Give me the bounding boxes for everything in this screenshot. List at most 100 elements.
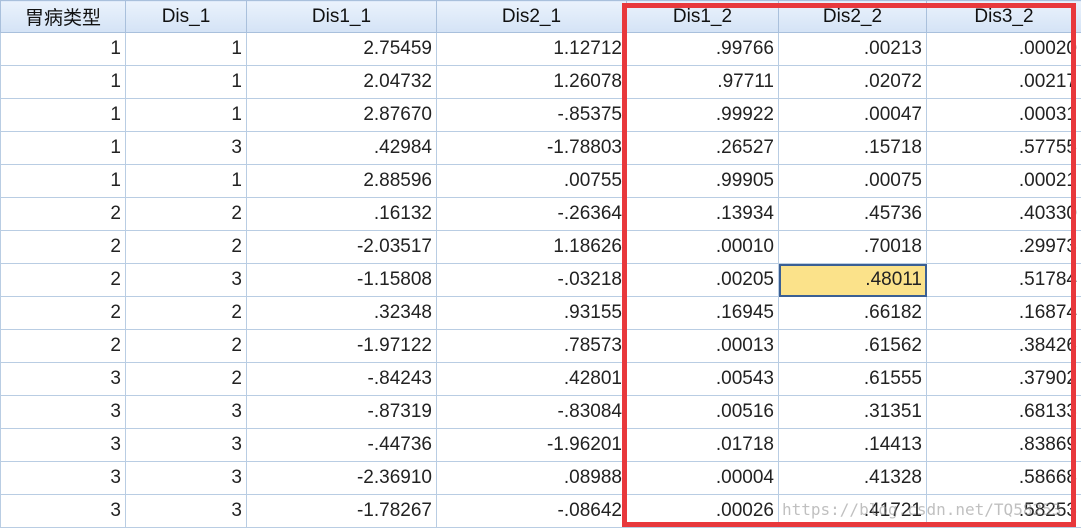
selected-cell[interactable]: .48011 — [778, 263, 927, 297]
table-cell[interactable]: -1.78803 — [436, 131, 627, 165]
table-cell[interactable]: 2 — [125, 362, 247, 396]
table-cell[interactable]: .26527 — [626, 131, 779, 165]
table-cell[interactable]: 1.18626 — [436, 230, 627, 264]
table-cell[interactable]: -1.96201 — [436, 428, 627, 462]
table-cell[interactable]: .37902 — [926, 362, 1081, 396]
table-cell[interactable]: .16945 — [626, 296, 779, 330]
table-cell[interactable]: .58253 — [926, 494, 1081, 528]
table-cell[interactable]: 1.12712 — [436, 32, 627, 66]
table-cell[interactable]: .78573 — [436, 329, 627, 363]
table-cell[interactable]: .08988 — [436, 461, 627, 495]
table-cell[interactable]: -.03218 — [436, 263, 627, 297]
table-cell[interactable]: -.84243 — [246, 362, 437, 396]
table-cell[interactable]: .99922 — [626, 98, 779, 132]
table-cell[interactable]: .97711 — [626, 65, 779, 99]
table-cell[interactable]: .00075 — [778, 164, 927, 198]
table-cell[interactable]: .31351 — [778, 395, 927, 429]
table-cell[interactable]: -1.78267 — [246, 494, 437, 528]
table-cell[interactable]: .00013 — [626, 329, 779, 363]
table-cell[interactable]: .13934 — [626, 197, 779, 231]
table-cell[interactable]: -1.15808 — [246, 263, 437, 297]
table-cell[interactable]: .61562 — [778, 329, 927, 363]
table-cell[interactable]: .70018 — [778, 230, 927, 264]
table-cell[interactable]: 3 — [125, 461, 247, 495]
column-header-dis-1[interactable]: Dis_1 — [125, 0, 247, 33]
table-cell[interactable]: .41328 — [778, 461, 927, 495]
table-cell[interactable]: 3 — [0, 494, 126, 528]
table-cell[interactable]: .32348 — [246, 296, 437, 330]
table-cell[interactable]: 1 — [125, 65, 247, 99]
table-cell[interactable]: .02072 — [778, 65, 927, 99]
table-cell[interactable]: .42801 — [436, 362, 627, 396]
table-cell[interactable]: -2.03517 — [246, 230, 437, 264]
column-header-dis3-2[interactable]: Dis3_2 — [926, 0, 1081, 33]
table-cell[interactable]: -.83084 — [436, 395, 627, 429]
column-header-type[interactable]: 胃病类型 — [0, 0, 126, 33]
table-cell[interactable]: -1.97122 — [246, 329, 437, 363]
table-cell[interactable]: 3 — [125, 395, 247, 429]
table-cell[interactable]: 3 — [125, 263, 247, 297]
table-cell[interactable]: .00205 — [626, 263, 779, 297]
table-cell[interactable]: 2 — [0, 263, 126, 297]
table-cell[interactable]: .15718 — [778, 131, 927, 165]
table-cell[interactable]: 3 — [125, 428, 247, 462]
table-cell[interactable]: 3 — [0, 395, 126, 429]
table-cell[interactable]: 1 — [0, 131, 126, 165]
table-cell[interactable]: .00020 — [926, 32, 1081, 66]
table-cell[interactable]: .00021 — [926, 164, 1081, 198]
column-header-dis1-2[interactable]: Dis1_2 — [626, 0, 779, 33]
table-cell[interactable]: -.26364 — [436, 197, 627, 231]
table-cell[interactable]: -.85375 — [436, 98, 627, 132]
table-cell[interactable]: .66182 — [778, 296, 927, 330]
table-cell[interactable]: .00004 — [626, 461, 779, 495]
table-cell[interactable]: -.87319 — [246, 395, 437, 429]
table-cell[interactable]: .00026 — [626, 494, 779, 528]
table-cell[interactable]: 2 — [125, 230, 247, 264]
table-cell[interactable]: 3 — [125, 131, 247, 165]
table-cell[interactable]: 2 — [125, 329, 247, 363]
column-header-dis1-1[interactable]: Dis1_1 — [246, 0, 437, 33]
table-cell[interactable]: 1 — [125, 164, 247, 198]
table-cell[interactable]: -2.36910 — [246, 461, 437, 495]
table-cell[interactable]: .99766 — [626, 32, 779, 66]
table-cell[interactable]: 2.04732 — [246, 65, 437, 99]
table-cell[interactable]: 2 — [0, 329, 126, 363]
table-cell[interactable]: .58668 — [926, 461, 1081, 495]
table-cell[interactable]: 2 — [125, 197, 247, 231]
table-cell[interactable]: .00516 — [626, 395, 779, 429]
table-cell[interactable]: 1 — [0, 65, 126, 99]
table-cell[interactable]: .38426 — [926, 329, 1081, 363]
table-cell[interactable]: -.08642 — [436, 494, 627, 528]
table-cell[interactable]: 1 — [0, 32, 126, 66]
table-cell[interactable]: 3 — [125, 494, 247, 528]
table-cell[interactable]: .00047 — [778, 98, 927, 132]
table-cell[interactable]: 2.87670 — [246, 98, 437, 132]
table-cell[interactable]: .00010 — [626, 230, 779, 264]
table-cell[interactable]: 1 — [125, 98, 247, 132]
table-cell[interactable]: .00217 — [926, 65, 1081, 99]
table-cell[interactable]: 2.88596 — [246, 164, 437, 198]
table-cell[interactable]: 3 — [0, 428, 126, 462]
table-cell[interactable]: 2 — [0, 197, 126, 231]
table-cell[interactable]: .16874 — [926, 296, 1081, 330]
table-cell[interactable]: 2.75459 — [246, 32, 437, 66]
table-cell[interactable]: -.44736 — [246, 428, 437, 462]
column-header-dis2-2[interactable]: Dis2_2 — [778, 0, 927, 33]
table-cell[interactable]: .00543 — [626, 362, 779, 396]
table-cell[interactable]: 1 — [125, 32, 247, 66]
table-cell[interactable]: .68133 — [926, 395, 1081, 429]
table-cell[interactable]: 2 — [125, 296, 247, 330]
table-cell[interactable]: .42984 — [246, 131, 437, 165]
table-cell[interactable]: .14413 — [778, 428, 927, 462]
table-cell[interactable]: 2 — [0, 296, 126, 330]
table-cell[interactable]: 3 — [0, 362, 126, 396]
table-cell[interactable]: .57755 — [926, 131, 1081, 165]
table-cell[interactable]: .00031 — [926, 98, 1081, 132]
table-cell[interactable]: .83869 — [926, 428, 1081, 462]
table-cell[interactable]: 2 — [0, 230, 126, 264]
column-header-dis2-1[interactable]: Dis2_1 — [436, 0, 627, 33]
table-cell[interactable]: .40330 — [926, 197, 1081, 231]
table-cell[interactable]: .00213 — [778, 32, 927, 66]
table-cell[interactable]: .00755 — [436, 164, 627, 198]
table-cell[interactable]: .51784 — [926, 263, 1081, 297]
